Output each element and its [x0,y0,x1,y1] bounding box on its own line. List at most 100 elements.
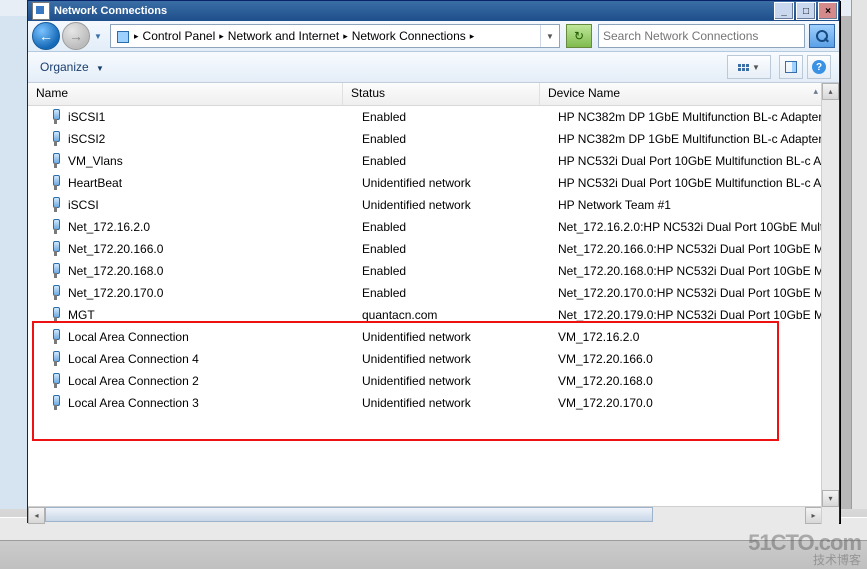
connection-name: MGT [68,308,95,322]
connection-device: HP NC382m DP 1GbE Multifunction BL-c Ada… [550,110,839,124]
connection-name: Local Area Connection 3 [68,396,199,410]
connection-device: Net_172.20.179.0:HP NC532i Dual Port 10G… [550,308,839,322]
network-adapter-icon [48,197,64,213]
close-button[interactable]: × [818,2,838,20]
scroll-left-button[interactable]: ◂ [28,507,45,524]
address-dropdown[interactable]: ▼ [540,25,559,47]
preview-pane-button[interactable] [779,55,803,79]
connection-row[interactable]: iSCSI2EnabledHP NC382m DP 1GbE Multifunc… [28,128,839,150]
connection-row[interactable]: VM_Vlans EnabledHP NC532i Dual Port 10GbE… [28,150,839,172]
arrow-left-icon: ← [39,28,53,44]
connection-status: quantacn.com [354,308,550,322]
horizontal-scrollbar[interactable]: ◂ ▸ [28,506,822,524]
connection-name: Net_172.20.170.0 [68,286,163,300]
view-icon [738,64,749,71]
connection-row[interactable]: HeartBeatUnidentified networkHP NC532i D… [28,172,839,194]
connection-status: Enabled [354,286,550,300]
connection-status: Unidentified network [354,330,550,344]
scroll-right-button[interactable]: ▸ [805,507,822,524]
connection-status: Enabled [354,264,550,278]
connection-row[interactable]: iSCSI1EnabledHP NC382m DP 1GbE Multifunc… [28,106,839,128]
window-icon [32,2,50,20]
chevron-right-icon: ▸ [343,31,348,42]
connection-row[interactable]: Net_172.20.166.0 EnabledNet_172.20.166.0:… [28,238,839,260]
scroll-up-button[interactable]: ▴ [822,83,839,100]
connection-name: VM_Vlans [68,154,123,168]
connection-status: Enabled [354,242,550,256]
scroll-down-button[interactable]: ▾ [822,490,839,507]
connection-status: Unidentified network [354,198,550,212]
column-header-device[interactable]: Device Name [540,83,839,105]
connection-device: HP NC382m DP 1GbE Multifunction BL-c Ada… [550,132,839,146]
breadcrumb-network-internet[interactable]: Network and Internet [225,29,342,43]
connection-row[interactable]: Net_172.20.170.0 EnabledNet_172.20.170.0:… [28,282,839,304]
connection-name: Local Area Connection 4 [68,352,199,366]
background-chrome [0,0,28,569]
connection-row[interactable]: Local Area Connection 4Unidentified netw… [28,348,839,370]
forward-button[interactable]: → [62,22,90,50]
connection-list: Name Status Device Name iSCSI1EnabledHP … [28,83,839,524]
column-header-status[interactable]: Status [343,83,540,105]
help-button[interactable]: ? [807,55,831,79]
connection-device: Net_172.20.170.0:HP NC532i Dual Port 10G… [550,286,839,300]
column-headers: Name Status Device Name [28,83,839,106]
network-adapter-icon [48,241,64,257]
connection-device: HP NC532i Dual Port 10GbE Multifunction … [550,176,839,190]
scroll-corner [822,507,839,524]
network-adapter-icon [48,153,64,169]
address-bar[interactable]: ▸ Control Panel ▸ Network and Internet ▸… [110,24,560,48]
connection-device: Net_172.20.166.0:HP NC532i Dual Port 10G… [550,242,839,256]
connection-device: HP Network Team #1 [550,198,839,212]
vertical-scrollbar[interactable]: ▴ ▾ [821,83,839,524]
search-input[interactable] [599,29,804,43]
preview-pane-icon [785,61,797,73]
connection-row[interactable]: Local Area Connection 3Unidentified netw… [28,392,839,414]
connection-name: Local Area Connection [68,330,189,344]
network-adapter-icon [48,285,64,301]
nav-history-dropdown[interactable]: ▼ [92,26,104,46]
connection-name: iSCSI [68,198,99,212]
scroll-thumb[interactable] [45,507,653,522]
background-chrome [851,0,867,569]
connection-name: Net_172.20.166.0 [68,242,163,256]
network-adapter-icon [48,219,64,235]
connection-device: VM_172.16.2.0 [550,330,839,344]
connection-device: Net_172.16.2.0:HP NC532i Dual Port 10GbE… [550,220,839,234]
refresh-icon: ↻ [574,29,584,43]
connection-device: HP NC532i Dual Port 10GbE Multifunction … [550,154,839,168]
minimize-button[interactable]: _ [774,2,794,20]
chevron-down-icon: ▼ [96,64,104,73]
maximize-button[interactable]: □ [796,2,816,20]
connection-status: Unidentified network [354,176,550,190]
breadcrumb-control-panel[interactable]: Control Panel [140,29,219,43]
connection-row[interactable]: Net_172.20.168.0EnabledNet_172.20.168.0:… [28,260,839,282]
breadcrumb-network-connections[interactable]: Network Connections [349,29,469,43]
connection-status: Enabled [354,132,550,146]
window-network-connections: Network Connections _ □ × ← → ▼ ▸ Contro… [27,0,840,523]
connection-row[interactable]: Net_172.16.2.0EnabledNet_172.16.2.0:HP N… [28,216,839,238]
back-button[interactable]: ← [32,22,60,50]
network-adapter-icon [48,307,64,323]
connection-row[interactable]: Local Area Connection Unidentified networ… [28,326,839,348]
scroll-track[interactable] [45,507,805,524]
network-adapter-icon [48,395,64,411]
network-adapter-icon [48,351,64,367]
arrow-right-icon: → [69,28,83,44]
search-box[interactable] [598,24,805,48]
connection-name: Net_172.16.2.0 [68,220,150,234]
connection-row[interactable]: iSCSI Unidentified networkHP Network Team… [28,194,839,216]
organize-menu[interactable]: Organize ▼ [36,58,108,76]
connection-row[interactable]: MGT quantacn.comNet_172.20.179.0:HP NC532… [28,304,839,326]
column-header-name[interactable]: Name [28,83,343,105]
connection-name: iSCSI1 [68,110,105,124]
connection-row[interactable]: Local Area Connection 2 Unidentified netw… [28,370,839,392]
connection-name: Local Area Connection 2 [68,374,199,388]
view-options-button[interactable]: ▼ [727,55,771,79]
connection-status: Unidentified network [354,374,550,388]
refresh-button[interactable]: ↻ [566,24,592,48]
connection-status: Enabled [354,154,550,168]
desktop: Network Connections _ □ × ← → ▼ ▸ Contro… [0,0,867,569]
search-button[interactable] [809,24,835,48]
titlebar[interactable]: Network Connections _ □ × [28,1,839,21]
navigation-bar: ← → ▼ ▸ Control Panel ▸ Network and Inte… [28,21,839,52]
